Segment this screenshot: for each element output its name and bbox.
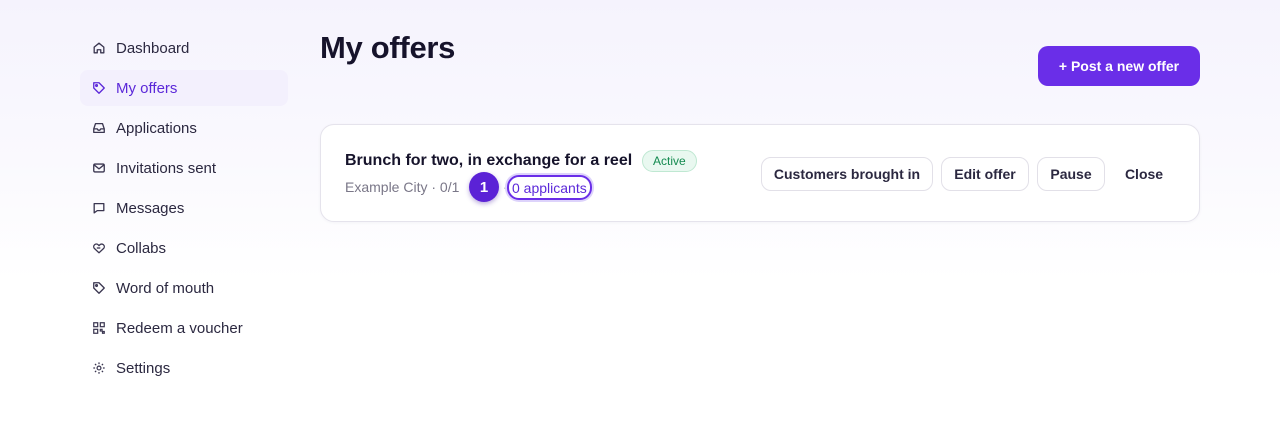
- sidebar-item-label: Settings: [116, 359, 171, 377]
- sidebar-item-label: Redeem a voucher: [116, 319, 243, 337]
- sidebar-item-dashboard[interactable]: Dashboard: [80, 30, 288, 66]
- sidebar-item-label: Word of mouth: [116, 279, 215, 297]
- sidebar-item-word-of-mouth[interactable]: Word of mouth: [80, 270, 288, 306]
- offer-title: Brunch for two, in exchange for a reel: [345, 152, 633, 169]
- sidebar-item-my-offers[interactable]: My offers: [80, 70, 288, 106]
- sidebar-item-label: Invitations sent: [116, 159, 217, 177]
- sidebar-item-settings[interactable]: Settings: [80, 350, 288, 386]
- handshake-icon: [92, 241, 106, 255]
- edit-offer-button[interactable]: Edit offer: [941, 157, 1029, 191]
- message-icon: [92, 201, 106, 215]
- sidebar-item-label: Messages: [116, 199, 185, 217]
- home-icon: [92, 41, 106, 55]
- inbox-icon: [92, 121, 106, 135]
- sidebar-item-label: Collabs: [116, 239, 167, 257]
- mail-icon: [92, 161, 106, 175]
- sidebar-item-applications[interactable]: Applications: [80, 110, 288, 146]
- sidebar-item-collabs[interactable]: Collabs: [80, 230, 288, 266]
- gear-icon: [92, 361, 106, 375]
- qr-icon: [92, 321, 106, 335]
- sidebar: Dashboard My offers Applications Invitat…: [80, 30, 288, 390]
- sidebar-item-invitations-sent[interactable]: Invitations sent: [80, 150, 288, 186]
- sidebar-item-messages[interactable]: Messages: [80, 190, 288, 226]
- post-new-offer-button[interactable]: + Post a new offer: [1038, 46, 1200, 86]
- offer-card: Brunch for two, in exchange for a reel A…: [320, 124, 1200, 222]
- tag-icon: [92, 81, 106, 95]
- sidebar-item-label: Dashboard: [116, 39, 190, 57]
- sidebar-item-redeem-voucher[interactable]: Redeem a voucher: [80, 310, 288, 346]
- customers-brought-in-button[interactable]: Customers brought in: [761, 157, 933, 191]
- sidebar-item-label: Applications: [116, 119, 197, 137]
- status-badge: Active: [642, 150, 697, 172]
- close-offer-button[interactable]: Close: [1113, 157, 1175, 191]
- applicants-link[interactable]: 0 applicants: [507, 175, 592, 200]
- step-marker: 1: [469, 172, 499, 202]
- offer-meta: Example City · 0/1: [345, 179, 460, 195]
- page-title: My offers: [320, 30, 456, 65]
- sidebar-item-label: My offers: [116, 79, 178, 97]
- tag-icon: [92, 281, 106, 295]
- pause-button[interactable]: Pause: [1037, 157, 1105, 191]
